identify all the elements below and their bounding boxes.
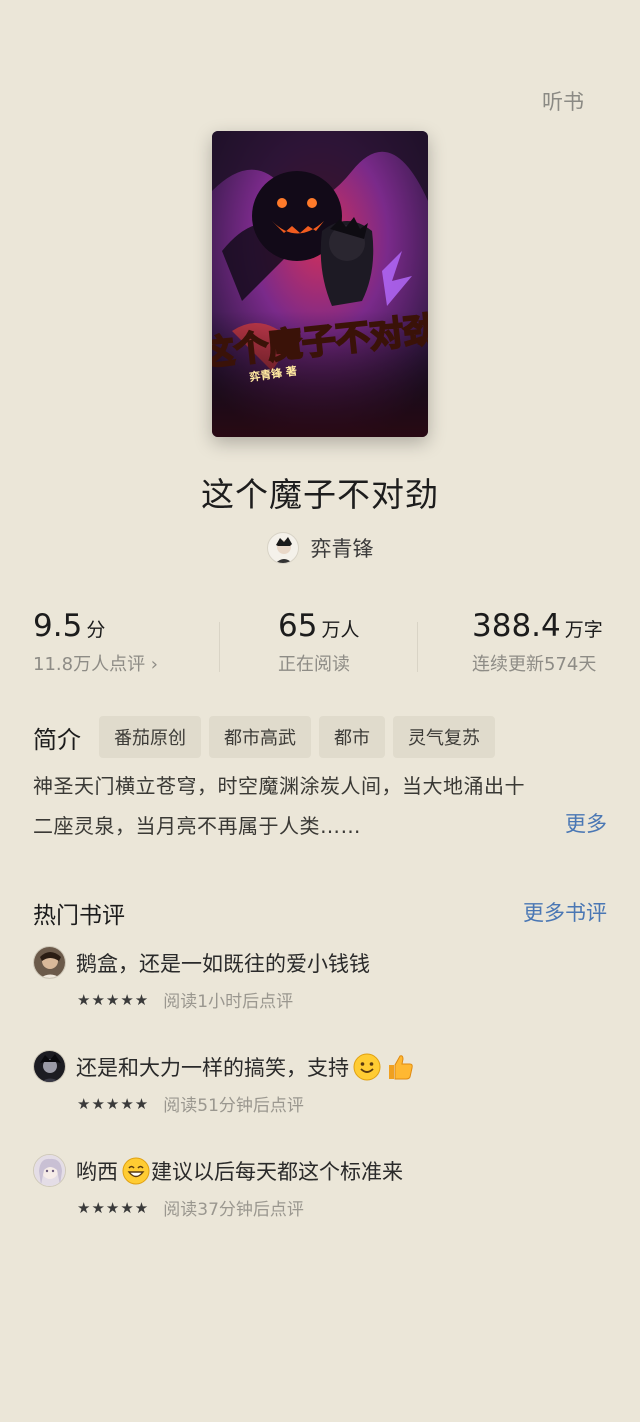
- reviewer-avatar[interactable]: [33, 1154, 66, 1187]
- author-name: 弈青锋: [310, 537, 374, 561]
- rating-count[interactable]: 11.8万人点评 ›: [33, 650, 158, 676]
- readers-value: 65: [278, 608, 318, 644]
- readers-unit: 万人: [321, 619, 360, 641]
- review-time: 阅读37分钟后点评: [163, 1200, 304, 1220]
- intro-description[interactable]: 神圣天门横立苍穹，时空魔渊涂炭人间，当大地涌出十 二座灵泉，当月亮不再属于人类……: [33, 766, 613, 846]
- review-item[interactable]: 还是和大力一样的搞笑，支持 ★★★★★ 阅读51分钟后点评: [33, 1050, 613, 1116]
- reviews-title: 热门书评: [33, 903, 125, 929]
- reviewer-avatar[interactable]: [33, 946, 66, 979]
- tag-item[interactable]: 番茄原创: [99, 716, 201, 758]
- rating-stars-icon: ★★★★★: [77, 990, 150, 1009]
- review-item[interactable]: 哟西 建议以后每天都这个标准来 ★★★★★ 阅读37分钟后点评: [33, 1154, 613, 1220]
- intro-line: 神圣天门横立苍穹，时空魔渊涂炭人间，当大地涌出十: [33, 774, 525, 798]
- words-stat: 388.4 万字 连续更新574天: [472, 608, 603, 676]
- more-reviews-button[interactable]: 更多书评: [523, 897, 607, 927]
- words-value: 388.4: [472, 608, 561, 644]
- review-item[interactable]: 鹅盒，还是一如既往的爱小钱钱 ★★★★★ 阅读1小时后点评: [33, 946, 613, 1012]
- words-unit: 万字: [564, 619, 603, 641]
- reviewer-avatar[interactable]: [33, 1050, 66, 1083]
- intro-label: 简介: [33, 725, 81, 754]
- review-time: 阅读1小时后点评: [163, 992, 294, 1012]
- review-text: 鹅盒，还是一如既往的爱小钱钱: [76, 951, 370, 976]
- author-avatar: [266, 532, 299, 564]
- stat-divider: [417, 622, 418, 672]
- readers-label: 正在阅读: [278, 654, 350, 675]
- stat-divider: [219, 622, 220, 672]
- intro-header: 简介 番茄原创 都市高武 都市 灵气复苏: [33, 716, 495, 758]
- intro-line: 二座灵泉，当月亮不再属于人类……: [33, 814, 361, 838]
- update-streak: 连续更新574天: [472, 654, 597, 675]
- author-row[interactable]: 弈青锋: [0, 532, 640, 564]
- cover-art: 这个魔子不对劲 弈青锋 著: [212, 131, 428, 437]
- review-text: 哟西: [76, 1159, 118, 1184]
- book-title: 这个魔子不对劲: [201, 475, 439, 514]
- tag-item[interactable]: 都市高武: [209, 716, 311, 758]
- intro-more-button[interactable]: 更多: [565, 808, 607, 838]
- tag-item[interactable]: 都市: [319, 716, 385, 758]
- grin-emoji-icon: [122, 1157, 150, 1184]
- rating-stat[interactable]: 9.5 分 11.8万人点评 ›: [33, 608, 158, 676]
- readers-stat: 65 万人 正在阅读: [278, 608, 359, 676]
- stats-bar: 9.5 分 11.8万人点评 › 65 万人 正在阅读 388.4 万字 连续更新57…: [0, 608, 640, 688]
- listen-button[interactable]: 听书: [542, 86, 584, 116]
- tag-item[interactable]: 灵气复苏: [393, 716, 495, 758]
- smile-emoji-icon: [353, 1053, 381, 1080]
- rating-stars-icon: ★★★★★: [77, 1198, 150, 1217]
- thumbs-up-icon: [389, 1054, 413, 1079]
- rating-stars-icon: ★★★★★: [77, 1094, 150, 1113]
- rating-unit: 分: [86, 619, 106, 641]
- review-time: 阅读51分钟后点评: [163, 1096, 304, 1116]
- review-text: 还是和大力一样的搞笑，支持: [76, 1055, 349, 1080]
- rating-value: 9.5: [33, 608, 83, 644]
- review-text: 建议以后每天都这个标准来: [151, 1159, 403, 1184]
- book-cover[interactable]: 这个魔子不对劲 弈青锋 著: [212, 131, 428, 437]
